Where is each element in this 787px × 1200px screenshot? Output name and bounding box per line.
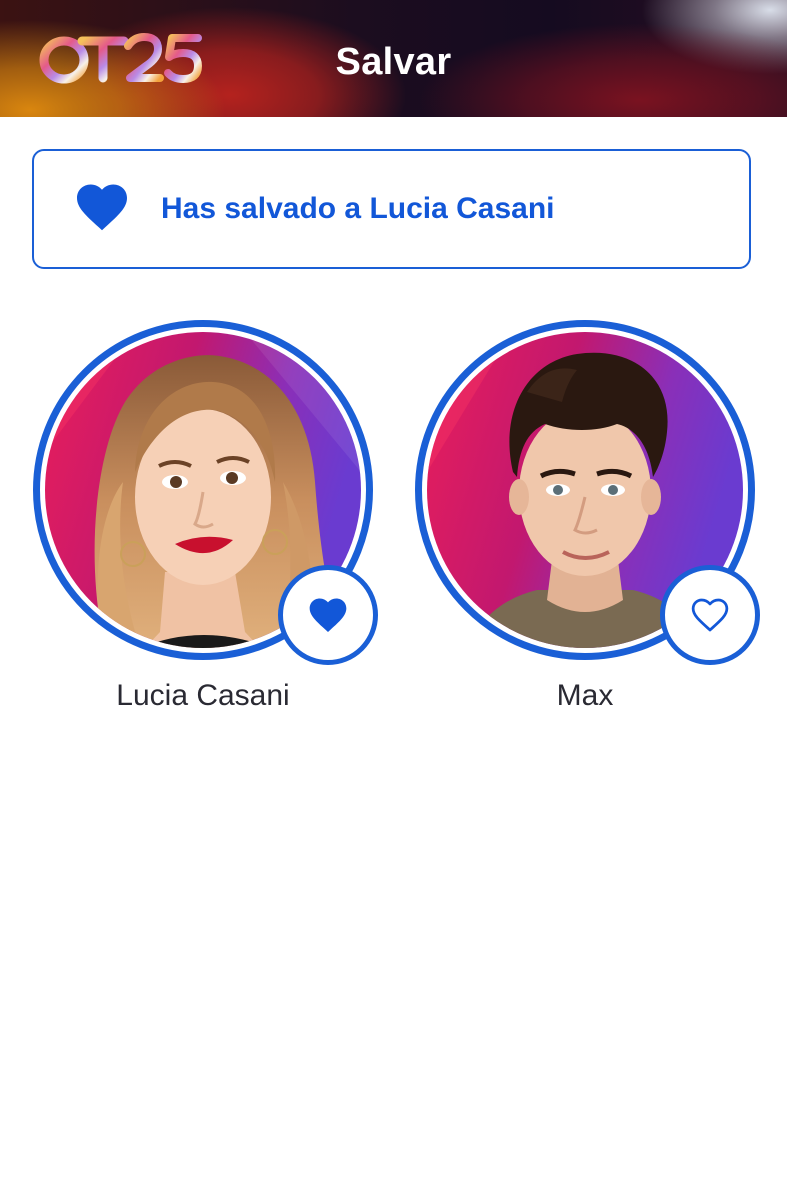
contestant-card-max: Max xyxy=(415,320,760,712)
contestant-card-lucia-casani: Lucia Casani xyxy=(33,320,378,712)
saved-confirmation-banner: Has salvado a Lucia Casani xyxy=(32,149,751,269)
page-title: Salvar xyxy=(335,41,452,83)
save-button[interactable] xyxy=(278,565,378,665)
heart-outline-icon xyxy=(688,593,732,637)
app-header: Salvar xyxy=(0,0,787,117)
saved-message: Has salvado a Lucia Casani xyxy=(161,192,555,225)
heart-filled-icon xyxy=(72,177,132,237)
avatar-ring xyxy=(33,320,378,665)
contestant-name: Lucia Casani xyxy=(116,679,290,712)
contestant-name: Max xyxy=(556,679,614,712)
heart-filled-icon xyxy=(306,593,350,637)
save-button[interactable] xyxy=(660,565,760,665)
page: Salvar Has salvado a Lucia Casani Lucia … xyxy=(0,0,787,1200)
avatar-ring xyxy=(415,320,760,665)
